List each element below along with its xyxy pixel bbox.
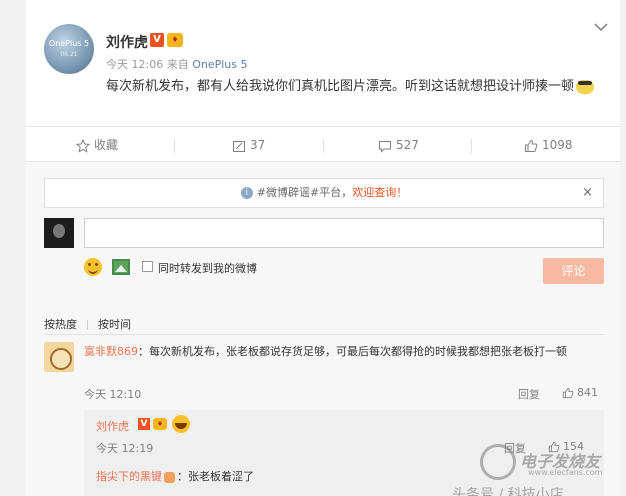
like-button[interactable]: 1098 xyxy=(524,127,573,163)
repost-button[interactable]: 37 xyxy=(232,127,265,163)
post-meta: 今天 12:06 来自 OnePlus 5 xyxy=(106,56,248,72)
reply-content: ：张老板着涩了 xyxy=(177,470,254,483)
repost-checkbox-label: 同时转发到我的微博 xyxy=(158,262,257,275)
chevron-down-icon[interactable] xyxy=(594,22,608,32)
close-icon[interactable]: × xyxy=(582,179,593,207)
post-text: 每次新机发布，都有人给我说你们真机比图片漂亮。听到这话就想把设计师揍一顿 xyxy=(106,76,606,98)
image-icon[interactable] xyxy=(112,259,130,275)
reply-time: 今天 12:19 xyxy=(96,442,154,455)
member-badge-icon xyxy=(164,471,175,483)
author-avatar[interactable]: OnePlus 5 06.21 xyxy=(44,24,94,74)
sort-by-hot-tab[interactable]: 按热度 xyxy=(44,318,77,331)
current-user-avatar xyxy=(44,218,74,248)
reply-author-name[interactable]: 刘作虎 xyxy=(96,418,129,434)
avatar-text: OnePlus 5 xyxy=(48,39,90,48)
thumbs-up-icon xyxy=(562,387,574,399)
member-level-icon: ♦ xyxy=(153,418,167,430)
avatar-subtext: 06.21 xyxy=(60,51,78,58)
repost-icon xyxy=(233,140,245,152)
star-icon xyxy=(75,138,91,153)
verified-badge-icon: V xyxy=(138,418,150,430)
repost-count: 37 xyxy=(250,138,266,152)
verified-badge-icon: V xyxy=(150,33,164,47)
commenter-avatar[interactable] xyxy=(44,342,74,372)
sort-divider xyxy=(87,320,88,330)
comment-icon xyxy=(379,140,391,153)
comment-input[interactable] xyxy=(84,218,604,248)
watermark-url: www.elecfans.com xyxy=(528,468,603,477)
post-device-link[interactable]: OnePlus 5 xyxy=(192,58,247,71)
action-divider xyxy=(323,139,324,153)
notice-text: #微博辟谣#平台， xyxy=(256,186,353,199)
post-text-content: 每次新机发布，都有人给我说你们真机比图片漂亮。听到这话就想把设计师揍一顿 xyxy=(106,79,575,94)
submit-comment-button[interactable]: 评论 xyxy=(543,258,604,284)
favorite-button[interactable]: 收藏 xyxy=(75,127,119,163)
emoji-icon[interactable] xyxy=(84,258,102,276)
reply-author-name[interactable]: 指尖下的黑键 xyxy=(96,470,162,483)
comment-count: 527 xyxy=(396,138,419,152)
action-divider xyxy=(471,139,472,153)
sort-by-time-tab[interactable]: 按时间 xyxy=(98,318,131,331)
divider xyxy=(44,334,604,335)
second-reply-text: 指尖下的黑键 ：张老板着涩了 xyxy=(96,468,254,484)
comment-like-button[interactable]: 841 xyxy=(562,386,598,399)
repost-checkbox[interactable] xyxy=(142,261,153,272)
author-name[interactable]: 刘作虎 xyxy=(106,32,148,52)
rumor-notice-banner[interactable]: i #微博辟谣#平台，欢迎查询！ × xyxy=(44,178,604,208)
commenter-name[interactable]: 寞非默869 xyxy=(84,345,138,358)
comment-sort: 按热度 按时间 xyxy=(44,316,131,332)
like-count: 1098 xyxy=(542,138,573,152)
thumbs-up-icon xyxy=(525,139,538,152)
sunglasses-emoji-icon xyxy=(576,79,595,94)
weibo-post: OnePlus 5 06.21 刘作虎 V ♦ 今天 12:06 来自 OneP… xyxy=(26,0,620,126)
comment-button[interactable]: 527 xyxy=(378,127,419,163)
post-time: 今天 12:06 来自 xyxy=(106,58,189,71)
comment-time: 今天 12:10 xyxy=(84,388,142,401)
favorite-label: 收藏 xyxy=(94,138,119,152)
notice-link[interactable]: 欢迎查询！ xyxy=(352,186,407,199)
comment-text: 寞非默869：每次新机发布，张老板都说存货足够，可最后每次都得抢的时候我都想把张… xyxy=(84,342,604,362)
laugh-emoji-icon xyxy=(172,415,190,433)
watermark-logo-icon xyxy=(480,444,516,480)
comment-content: ：每次新机发布，张老板都说存货足够，可最后每次都得抢的时候我都想把张老板打一顿 xyxy=(138,345,567,358)
post-action-bar: 收藏 37 527 1098 xyxy=(26,126,620,167)
info-icon: i xyxy=(240,187,253,199)
member-level-icon: ♦ xyxy=(167,33,183,47)
watermark-footer: 头条号 / 科技小店 xyxy=(452,487,564,496)
action-divider xyxy=(174,139,175,153)
comment-like-count: 841 xyxy=(577,386,598,399)
reply-button[interactable]: 回复 xyxy=(518,386,540,402)
